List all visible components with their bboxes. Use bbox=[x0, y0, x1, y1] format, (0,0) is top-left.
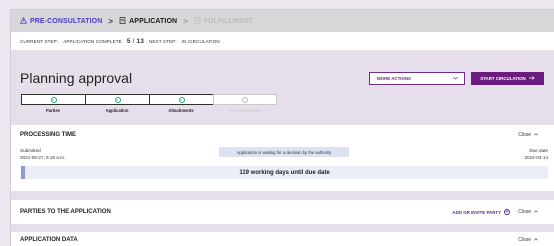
chevron-up-icon bbox=[534, 209, 538, 215]
breadcrumb-step-label: FULFILLMENT bbox=[203, 17, 254, 25]
progress-text: 119 working days until due date bbox=[239, 169, 330, 176]
step-count-total: 13 bbox=[136, 37, 144, 45]
tracker-tab-application[interactable]: ✓ Application bbox=[85, 94, 149, 115]
add-invite-party-button[interactable]: ADD OR INVITE PARTY + bbox=[453, 209, 510, 215]
parties-close-toggle[interactable]: Close bbox=[518, 209, 538, 215]
close-label: Close bbox=[518, 209, 531, 215]
progress-fill bbox=[21, 166, 25, 179]
warning-triangle-icon bbox=[19, 16, 28, 26]
progress-tracker: ✓ Parties ✓ Application ✓ Attachments Fe… bbox=[21, 94, 277, 115]
check-circle-icon: ✓ bbox=[114, 96, 121, 103]
tracker-tab-label: Fees & Payments bbox=[228, 108, 262, 113]
tracker-tab-label: Parties bbox=[46, 108, 60, 113]
tracker-tab-parties[interactable]: ✓ Parties bbox=[21, 94, 85, 115]
document-list-icon bbox=[119, 16, 126, 26]
due-date-label: Due date bbox=[529, 148, 548, 153]
start-circulation-button[interactable]: START CIRCULATION bbox=[471, 72, 544, 85]
processing-time-panel: PROCESSING TIME Close Submitted 2021-09-… bbox=[11, 125, 554, 191]
arrow-right-icon bbox=[528, 76, 535, 81]
due-date-progress-bar: 119 working days until due date bbox=[21, 166, 548, 179]
submitted-info: Submitted 2021-09-27, 9:18 a.m. bbox=[20, 147, 65, 161]
due-date-info: Due date 2022-03-14 bbox=[525, 147, 549, 161]
current-step-value: APPLICATION COMPLETE bbox=[63, 38, 122, 44]
processing-time-title: PROCESSING TIME bbox=[20, 132, 77, 138]
submitted-value: 2021-09-27, 9:18 a.m. bbox=[20, 155, 66, 160]
step-count-separator: / bbox=[132, 37, 135, 45]
breadcrumb-step-label: APPLICATION bbox=[129, 17, 178, 25]
application-data-title: APPLICATION DATA bbox=[20, 237, 78, 243]
breadcrumb-step-label: PRE-CONSULTATION bbox=[30, 17, 103, 25]
application-data-close-toggle[interactable]: Close bbox=[518, 237, 538, 243]
more-actions-button[interactable]: MORE ACTIONS bbox=[369, 72, 465, 85]
tracker-tab-label: Attachments bbox=[168, 108, 194, 113]
chevron-right-icon: > bbox=[108, 16, 114, 26]
next-step-value: IN CIRCULATION bbox=[181, 38, 220, 44]
page-title: Planning approval bbox=[20, 70, 133, 86]
close-label: Close bbox=[518, 237, 531, 243]
breadcrumb-step-application[interactable]: APPLICATION bbox=[119, 16, 178, 26]
chevron-down-icon bbox=[453, 76, 458, 81]
tracker-tab-label: Application bbox=[105, 108, 129, 113]
current-step-label: CURRENT STEP: bbox=[20, 38, 59, 44]
more-actions-label: MORE ACTIONS bbox=[377, 76, 411, 81]
check-circle-icon: ✓ bbox=[50, 96, 57, 103]
parties-title: PARTIES TO THE APPLICATION bbox=[20, 209, 111, 215]
check-circle-icon: ✓ bbox=[178, 96, 185, 103]
close-label: Close bbox=[518, 132, 531, 138]
plus-circle-icon: + bbox=[504, 209, 510, 215]
parties-panel: PARTIES TO THE APPLICATION ADD OR INVITE… bbox=[11, 200, 554, 224]
step-count: 5 / 13 bbox=[127, 38, 144, 45]
chevron-up-icon bbox=[534, 132, 538, 138]
breadcrumb-step-pre-consultation[interactable]: PRE-CONSULTATION bbox=[19, 16, 103, 26]
workflow-breadcrumb: PRE-CONSULTATION > APPLICATION > FULFILL… bbox=[11, 10, 554, 32]
app-frame: PRE-CONSULTATION > APPLICATION > FULFILL… bbox=[10, 9, 554, 246]
start-circulation-label: START CIRCULATION bbox=[480, 76, 526, 81]
chevron-right-icon: > bbox=[183, 16, 188, 26]
tracker-tab-attachments[interactable]: ✓ Attachments bbox=[149, 94, 213, 115]
application-data-panel: APPLICATION DATA Close bbox=[11, 232, 554, 246]
chevron-up-icon bbox=[534, 237, 538, 243]
add-invite-label: ADD OR INVITE PARTY bbox=[452, 209, 501, 215]
breadcrumb-step-fulfillment: FULFILLMENT bbox=[194, 16, 254, 26]
step-info-bar: CURRENT STEP: APPLICATION COMPLETE 5 / 1… bbox=[11, 32, 554, 50]
page-header: Planning approval MORE ACTIONS START CIR… bbox=[11, 50, 554, 125]
status-badge: Application is waiting for a decision by… bbox=[219, 147, 349, 157]
next-step-label: NEXT STEP: bbox=[148, 38, 177, 44]
step-count-current: 5 bbox=[126, 37, 131, 45]
processing-close-toggle[interactable]: Close bbox=[518, 132, 538, 138]
tracker-tab-fees-payments[interactable]: Fees & Payments bbox=[213, 94, 277, 115]
due-date-value: 2022-03-14 bbox=[524, 155, 549, 160]
submitted-label: Submitted bbox=[20, 148, 41, 153]
document-list-icon bbox=[194, 16, 201, 26]
empty-circle-icon bbox=[242, 96, 248, 103]
